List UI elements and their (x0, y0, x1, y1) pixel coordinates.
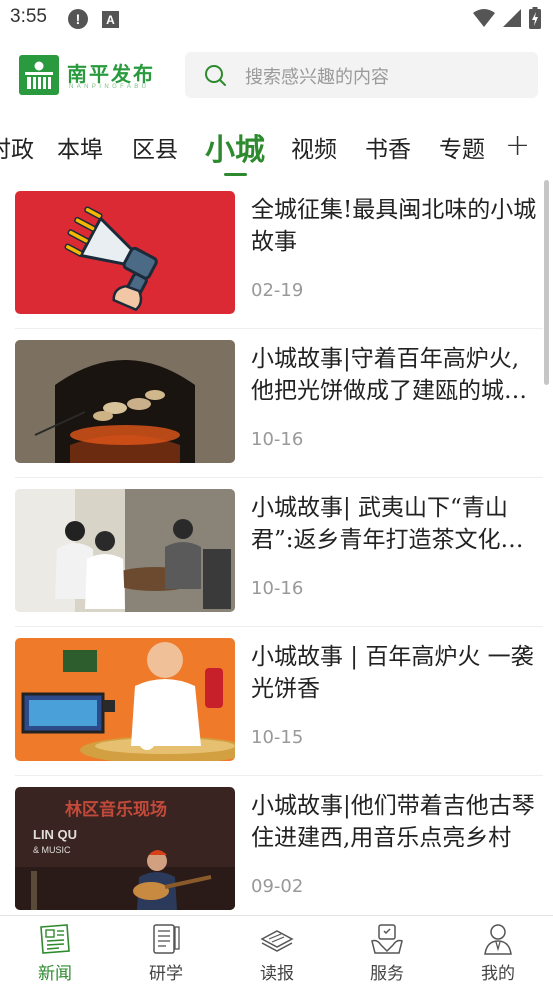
tab-shuxiang[interactable]: 书香 (365, 130, 411, 164)
news-item[interactable]: 小城故事 | 百年高炉火 一袭光饼香 10-15 (15, 627, 543, 776)
tab-zhuanti[interactable]: 专题 (439, 130, 485, 164)
search-placeholder: 搜索感兴趣的内容 (245, 67, 389, 88)
news-date: 09-02 (251, 876, 304, 897)
thumb-sign-text: 林区音乐现场 (65, 799, 167, 820)
nav-label-profile: 我的 (481, 964, 515, 984)
news-list: 全城征集!最具闽北味的小城故事 02-19 小城故事|守着百年高炉火,他把光饼做… (0, 180, 553, 915)
reading-icon (260, 930, 294, 952)
tab-shizheng[interactable]: 时政 (0, 130, 34, 164)
news-date: 02-19 (251, 280, 304, 301)
search-icon (205, 65, 226, 86)
news-item[interactable]: 全城征集!最具闽北味的小城故事 02-19 (15, 180, 543, 329)
nav-item-read-paper[interactable]: 读报 (237, 919, 317, 984)
nav-item-profile[interactable]: 我的 (458, 919, 538, 984)
bottom-nav: 新闻 研学 读报 服务 我的 (0, 915, 553, 984)
news-title: 小城故事|守着百年高炉火,他把光饼做成了建瓯的城市名片 (251, 346, 527, 404)
tab-xiaocheng[interactable]: 小城 (205, 125, 265, 169)
thumb-sign-music: & MUSIC (33, 845, 71, 855)
nav-label-read-paper: 读报 (260, 964, 294, 984)
news-date: 10-16 (251, 429, 304, 450)
search-input[interactable]: 搜索感兴趣的内容 (185, 52, 538, 98)
nav-item-news[interactable]: 新闻 (15, 919, 95, 984)
book-icon (153, 924, 180, 954)
news-item[interactable]: 林区音乐现场 LIN QU & MUSIC 小城故事|他们带着吉他古琴住进建西,… (15, 776, 543, 915)
news-thumbnail (15, 489, 235, 612)
logo-subtext: NANPINGFABU (69, 84, 150, 90)
scrollbar[interactable] (544, 180, 549, 385)
nav-label-news: 新闻 (38, 964, 72, 984)
newspaper-icon (40, 924, 70, 954)
tab-shipin[interactable]: 视频 (291, 130, 337, 164)
news-thumbnail (15, 340, 235, 463)
news-title: 小城故事|他们带着吉他古琴住进建西,用音乐点亮乡村 (251, 793, 535, 851)
logo-mark (19, 55, 59, 95)
channel-tabs: 时政 本埠 区县 小城 视频 书香 专题 + (0, 120, 553, 180)
news-item[interactable]: 小城故事|守着百年高炉火,他把光饼做成了建瓯的城市名片 10-16 (15, 329, 543, 478)
news-title: 全城征集!最具闽北味的小城故事 (251, 197, 537, 255)
alert-icon: ! (68, 9, 88, 29)
news-title: 小城故事 | 百年高炉火 一袭光饼香 (251, 644, 534, 702)
tab-benbu[interactable]: 本埠 (57, 130, 103, 164)
news-thumbnail (15, 638, 235, 761)
tab-quxian[interactable]: 区县 (132, 130, 178, 164)
news-date: 10-16 (251, 578, 304, 599)
thumb-sign-lin-qu: LIN QU (33, 827, 77, 842)
notification-a-icon: A (102, 11, 119, 28)
service-icon (371, 924, 403, 954)
signal-icon (503, 9, 521, 27)
news-title: 小城故事| 武夷山下“青山君”:返乡青年打造茶文化新天地 (251, 495, 524, 553)
profile-icon (484, 924, 512, 955)
active-tab-indicator (224, 173, 247, 176)
nav-label-study: 研学 (149, 964, 183, 984)
status-bar: 3:55 ! A (0, 0, 553, 38)
nav-label-service: 服务 (370, 964, 404, 984)
logo-text: 南平发布 (67, 62, 155, 86)
news-date: 10-15 (251, 727, 304, 748)
nav-item-service[interactable]: 服务 (347, 919, 427, 984)
status-time: 3:55 (10, 6, 47, 27)
news-item[interactable]: 小城故事| 武夷山下“青山君”:返乡青年打造茶文化新天地 10-16 (15, 478, 543, 627)
battery-icon (529, 7, 541, 29)
wifi-icon (473, 9, 495, 27)
news-thumbnail: 林区音乐现场 LIN QU & MUSIC (15, 787, 235, 910)
news-thumbnail (15, 191, 235, 314)
nav-item-study[interactable]: 研学 (126, 919, 206, 984)
add-channel-button[interactable]: + (505, 128, 530, 163)
app-logo: 南平发布 NANPINGFABU (19, 54, 159, 96)
